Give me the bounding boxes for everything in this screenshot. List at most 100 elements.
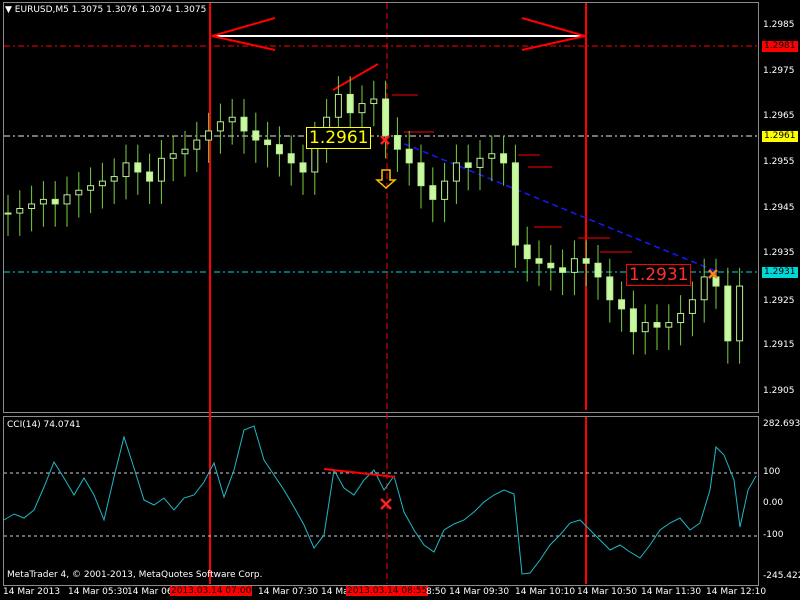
candle-body [500, 153, 508, 164]
price-label: 1.2935 [763, 248, 795, 258]
price-tag-top: 1.2981 [762, 41, 798, 52]
candle-body [157, 157, 165, 182]
time-label: 14 Mar 07:30 [258, 587, 319, 597]
candle-body [476, 157, 484, 168]
cci-title: CCI(14) 74.0741 [7, 420, 81, 430]
candle-body [134, 162, 142, 173]
candle-body [370, 98, 378, 105]
candle-body [736, 285, 744, 342]
candle-body [688, 299, 696, 314]
candle-body [393, 135, 401, 150]
candle-body [653, 322, 661, 328]
time-highlight: 2013.03.14 08:55 [346, 586, 429, 596]
candle-body [547, 262, 555, 269]
candle-body [358, 103, 366, 114]
candle-body [724, 285, 732, 342]
candle-body [629, 308, 637, 333]
cci-line [3, 425, 757, 575]
price-label: 1.2955 [763, 157, 795, 167]
candle-body [641, 322, 649, 333]
candle-body [122, 162, 130, 178]
down-arrow-icon [375, 169, 397, 190]
time-label: 14 Mar 11:30 [641, 587, 702, 597]
candle-body [700, 276, 708, 301]
price-label: 1.2915 [763, 340, 795, 350]
candle-body [452, 162, 460, 182]
time-label: 8:50 [426, 587, 447, 597]
candle-body [75, 189, 83, 196]
range-arrow-right [521, 17, 586, 51]
time-label: 14 Mar 2013 [3, 587, 61, 597]
candle-body [275, 144, 283, 155]
candle-body [405, 148, 413, 164]
price-label: 1.2985 [763, 20, 795, 30]
candle-body [511, 162, 519, 246]
cci-axis-label: 282.6935 [763, 419, 800, 429]
candle-body [606, 276, 614, 301]
candle-body [665, 322, 673, 328]
copyright-text: MetaTrader 4, © 2001-2013, MetaQuotes So… [7, 570, 263, 580]
candle-body [87, 185, 95, 191]
time-label: 14 Mar 10:50 [577, 587, 638, 597]
candle-body [252, 130, 260, 141]
cci-axis-label: -100 [763, 530, 784, 540]
chart-canvas [3, 3, 757, 584]
candle-body [216, 121, 224, 132]
candle-body [110, 176, 118, 182]
cci-axis-label: -245.4222 [763, 571, 800, 581]
candle-body [464, 162, 472, 168]
candle-body [299, 162, 307, 173]
price-divergence-line [332, 63, 379, 91]
price-label: 1.2965 [763, 111, 795, 121]
candle-body [193, 139, 201, 150]
time-label: 14 Mar 05:30 [68, 587, 129, 597]
candle-body [146, 171, 154, 182]
candle-body [677, 312, 685, 324]
candle-body [39, 198, 47, 205]
price-label: 1.2975 [763, 66, 795, 76]
candle-body [16, 208, 24, 214]
time-label: 14 Mar 06 [127, 587, 173, 597]
price-tag-low: 1.2931 [762, 267, 798, 278]
candle-body [417, 162, 425, 187]
price-label: 1.2945 [763, 203, 795, 213]
trend-line [394, 139, 719, 273]
candle-body [618, 299, 626, 310]
x-marker-icon [380, 135, 392, 510]
price-tag-mid: 1.2961 [762, 131, 798, 142]
candle-body [51, 198, 59, 205]
candle-body [205, 130, 213, 141]
candle-body [535, 258, 543, 264]
triangle-down-icon[interactable]: ▼ [5, 5, 12, 15]
time-label: 14 Mar 10:10 [515, 587, 576, 597]
cci-axis-label: 100 [763, 467, 781, 477]
level-box-high[interactable]: 1.2961 [306, 127, 372, 149]
level-box-low[interactable]: 1.2931 [626, 264, 692, 286]
candle-body [240, 116, 248, 132]
candle-body [382, 98, 390, 136]
candlesticks [4, 76, 744, 364]
candle-body [346, 93, 354, 114]
candle-body [488, 153, 496, 159]
candle-body [287, 153, 295, 164]
candle-body [181, 148, 189, 155]
symbol-header: ▼ EURUSD,M5 1.3075 1.3076 1.3074 1.3075 [5, 5, 207, 15]
candle-body [582, 258, 590, 264]
candle-body [264, 139, 272, 146]
candle-body [334, 93, 342, 118]
time-label: 14 Mar 09:30 [449, 587, 510, 597]
candle-body [228, 116, 236, 123]
candle-body [570, 258, 578, 273]
candle-body [28, 203, 36, 209]
candle-body [429, 185, 437, 200]
candle-body [523, 244, 531, 260]
candle-body [4, 212, 12, 215]
candle-body [98, 180, 106, 187]
price-label: 1.2905 [763, 386, 795, 396]
candle-body [594, 262, 602, 278]
time-highlight: 2013.03.14 07:00 [170, 586, 253, 596]
candle-body [63, 194, 71, 205]
candle-body [169, 153, 177, 159]
time-label: 14 Mar 12:10 [706, 587, 767, 597]
range-arrow-left [211, 17, 276, 51]
